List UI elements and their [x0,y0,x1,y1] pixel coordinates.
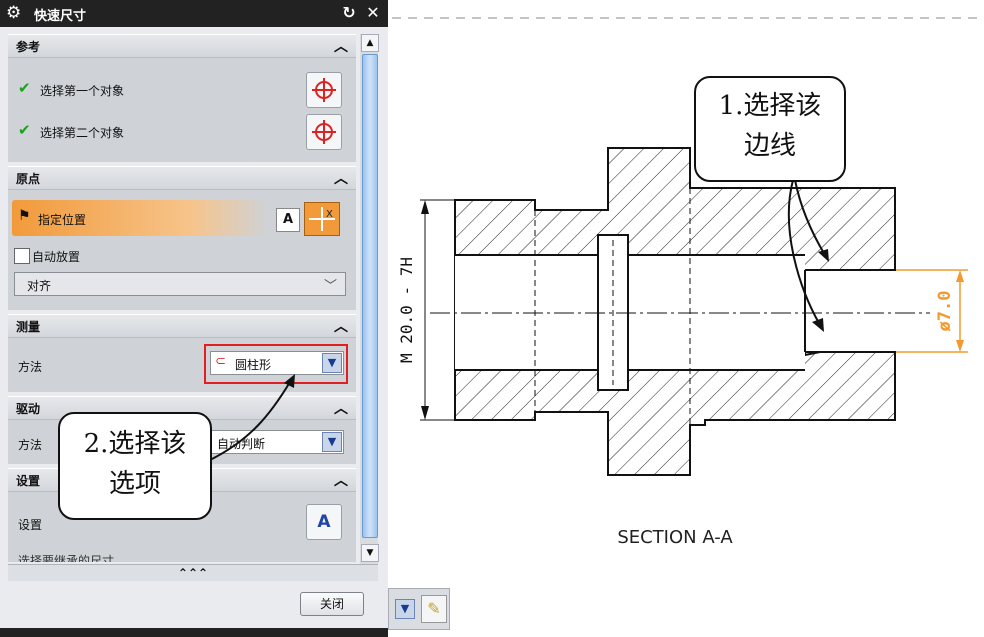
toolbar-strip: ▼ ✎ [388,588,450,630]
callout-2-arrow [209,374,295,461]
section-label: SECTION A-A [617,527,733,548]
callout-select-option: 2.选择该 选项 [58,412,212,520]
callout-2-line2: 选项 [108,469,161,499]
dimension-left [420,199,455,421]
section-part [430,147,930,476]
dimension-left-text: M 20.0 - 7H [397,257,416,363]
dimension-right [896,269,968,353]
callout-1-line1: 1.选择该 [718,91,822,121]
dimension-right-text: ø7.0 [935,291,955,332]
callout-select-edge: 1.选择该 边线 [694,76,846,182]
callout-1-line2: 边线 [743,131,796,161]
drawing-canvas[interactable]: M 20.0 - 7H ø7.0 SECTION A-A [388,0,984,637]
chevron-down-icon[interactable]: ▼ [395,599,415,619]
callout-2-line1: 2.选择该 [83,429,187,459]
wrench-icon[interactable]: ✎ [421,595,447,623]
